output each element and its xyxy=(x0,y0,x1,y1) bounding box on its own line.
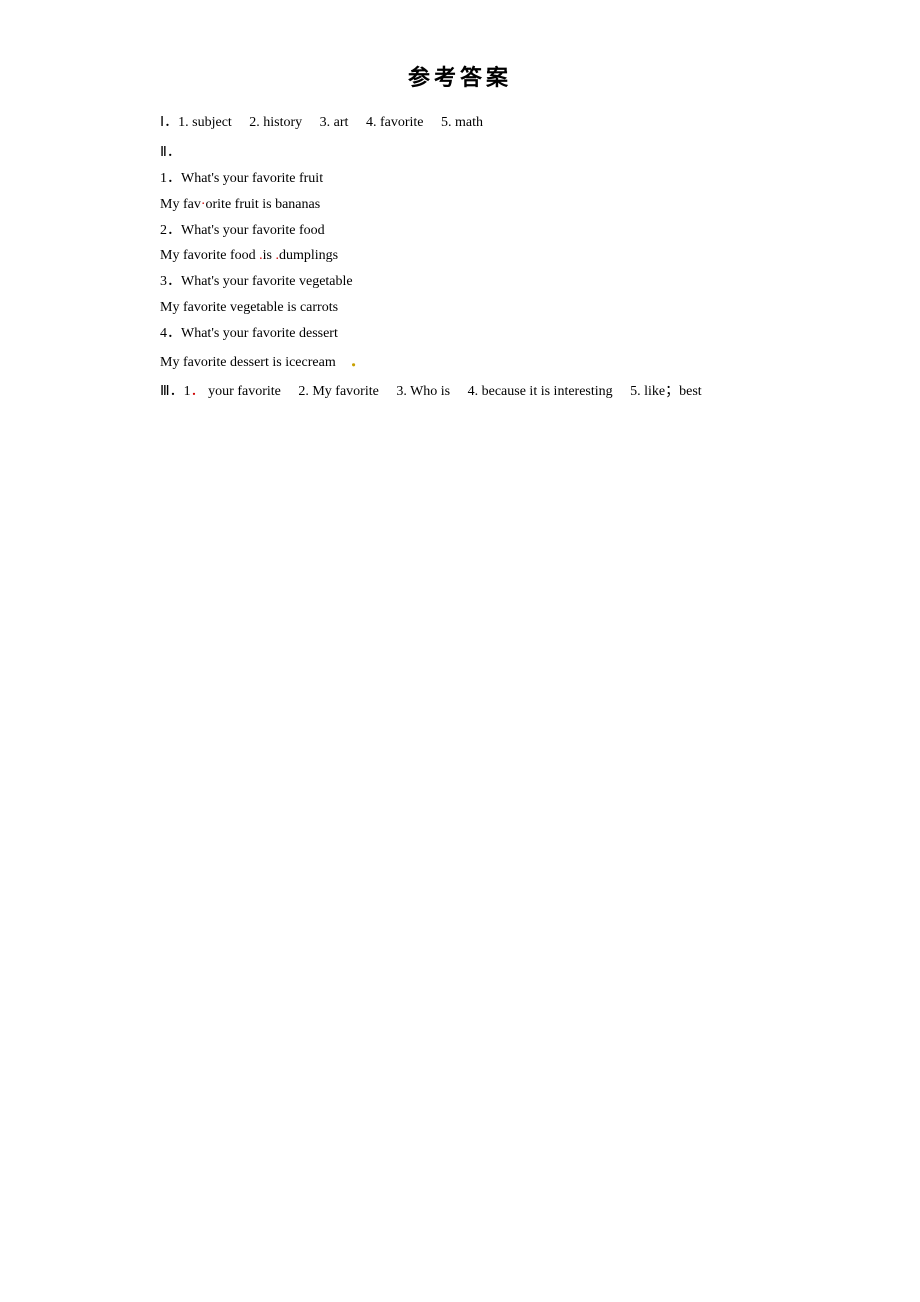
section-II-item-3-answer: My favorite vegetable is carrots xyxy=(160,295,760,321)
section-II-item-2-question: 2．What's your favorite food xyxy=(160,218,760,244)
yellow-dot: ． xyxy=(350,353,366,370)
section-II-item-1-question: 1．What's your favorite fruit xyxy=(160,166,760,192)
section-II-item-3-question: 3．What's your favorite vegetable xyxy=(160,269,760,295)
section-III: Ⅲ．1． your favorite 2. My favorite 3. Who… xyxy=(160,379,760,405)
section-I: Ⅰ．1. subject 2. history 3. art 4. favori… xyxy=(160,110,760,136)
section-II-item-4-question: 4．What's your favorite dessert xyxy=(160,321,760,347)
section-II-item-4-answer: My favorite dessert is icecream ． xyxy=(160,347,760,377)
section-III-line: Ⅲ．1． your favorite 2. My favorite 3. Who… xyxy=(160,379,760,405)
page-title: 参考答案 xyxy=(160,60,760,92)
section-II: Ⅱ． 1．What's your favorite fruit My fav·o… xyxy=(160,140,760,377)
page: 参考答案 Ⅰ．1. subject 2. history 3. art 4. f… xyxy=(0,0,920,1302)
section-II-item-2-answer: My favorite food .is .dumplings xyxy=(160,243,760,269)
section-II-item-1-answer: My fav·orite fruit is bananas xyxy=(160,192,760,218)
section-I-line: Ⅰ．1. subject 2. history 3. art 4. favori… xyxy=(160,110,760,136)
section-II-label-line: Ⅱ． xyxy=(160,140,760,166)
